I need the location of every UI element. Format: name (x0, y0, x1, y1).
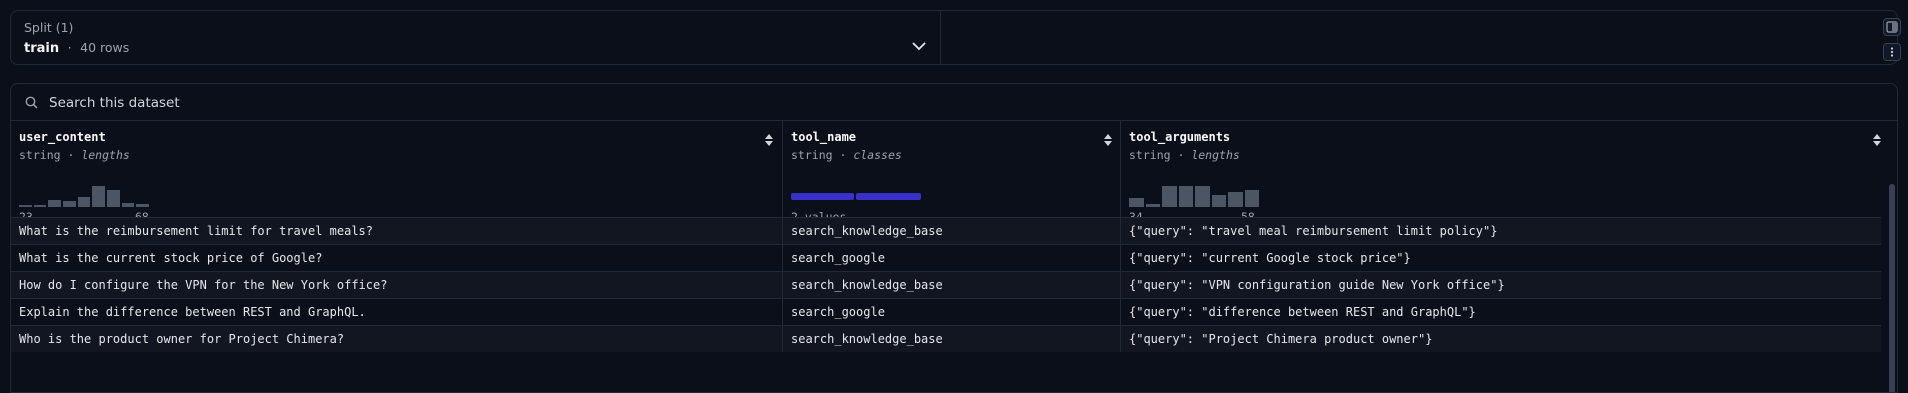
cell-user-content[interactable]: Who is the product owner for Project Chi… (11, 326, 783, 352)
cell-tool-name[interactable]: search_google (783, 299, 1121, 325)
dataset-viewer: user_content string · lengths 23 68 tool… (10, 83, 1898, 393)
histogram-bar[interactable] (1178, 186, 1193, 207)
column-header-user-content[interactable]: user_content string · lengths 23 68 (11, 121, 783, 224)
chevron-down-icon[interactable] (911, 39, 927, 53)
cell-tool-name[interactable]: search_knowledge_base (783, 272, 1121, 298)
table-row[interactable]: How do I configure the VPN for the New Y… (11, 271, 1881, 298)
sort-icon[interactable] (764, 133, 774, 147)
split-separator: · (67, 40, 72, 55)
search-bar (11, 84, 1897, 121)
split-dropdown[interactable]: Split (1) train · 40 rows (11, 11, 941, 64)
cell-user-content[interactable]: Explain the difference between REST and … (11, 299, 783, 325)
length-histogram (1129, 179, 1259, 207)
histogram-bar[interactable] (1244, 189, 1259, 207)
table-row[interactable]: Explain the difference between REST and … (11, 298, 1881, 325)
histogram-bar[interactable] (107, 190, 120, 207)
vertical-scrollbar[interactable] (1889, 184, 1895, 392)
split-selector: Split (1) train · 40 rows (10, 10, 1901, 65)
class-segment[interactable] (856, 193, 921, 200)
cell-tool-arguments[interactable]: {"query": "difference between REST and G… (1121, 299, 1881, 325)
split-name: train (24, 41, 60, 56)
scrollbar-thumb[interactable] (1889, 184, 1895, 392)
sort-icon[interactable] (1103, 133, 1113, 147)
histogram-bar[interactable] (1145, 203, 1160, 207)
histogram-bar[interactable] (1228, 191, 1243, 207)
histogram-bar[interactable] (92, 186, 105, 207)
layout-toggle-button[interactable] (1883, 18, 1901, 36)
cell-tool-arguments[interactable]: {"query": "current Google stock price"} (1121, 245, 1881, 271)
split-selected: train · 40 rows (24, 40, 129, 56)
class-segment[interactable] (791, 193, 854, 200)
split-title: Split (1) (24, 20, 74, 35)
search-icon (25, 96, 38, 109)
more-vertical-icon (1890, 47, 1894, 57)
length-histogram (19, 179, 149, 207)
histogram-bar[interactable] (1162, 186, 1177, 207)
cell-user-content[interactable]: What is the reimbursement limit for trav… (11, 218, 783, 244)
more-options-button[interactable] (1883, 43, 1901, 61)
histogram-bar[interactable] (77, 197, 91, 207)
sort-icon[interactable] (1872, 133, 1882, 147)
column-header-tool-arguments[interactable]: tool_arguments string · lengths 34 58 (1121, 121, 1897, 224)
column-type: string · lengths (1129, 148, 1240, 162)
histogram-bar[interactable] (48, 200, 61, 207)
histogram-bar[interactable] (63, 201, 76, 207)
histogram-bar[interactable] (1195, 186, 1210, 207)
column-name: tool_arguments (1129, 130, 1231, 144)
column-type: string · classes (791, 148, 902, 162)
cell-tool-arguments[interactable]: {"query": "Project Chimera product owner… (1121, 326, 1881, 352)
histogram-bar[interactable] (1129, 197, 1144, 207)
cell-user-content[interactable]: What is the current stock price of Googl… (11, 245, 783, 271)
column-name: user_content (19, 130, 106, 144)
table-row[interactable]: Who is the product owner for Project Chi… (11, 325, 1881, 352)
histogram-bar[interactable] (33, 205, 47, 207)
histogram-bar[interactable] (136, 204, 149, 207)
histogram-bar[interactable] (1211, 195, 1226, 207)
cell-tool-arguments[interactable]: {"query": "VPN configuration guide New Y… (1121, 272, 1881, 298)
table-row[interactable]: What is the reimbursement limit for trav… (11, 217, 1881, 244)
column-header-tool-name[interactable]: tool_name string · classes 2 values (783, 121, 1121, 224)
histogram-bar[interactable] (121, 202, 135, 207)
class-distribution-bar (791, 193, 921, 200)
column-type: string · lengths (19, 148, 130, 162)
table-row[interactable]: What is the current stock price of Googl… (11, 244, 1881, 271)
split-row-count: 40 rows (80, 40, 130, 55)
histogram-bar[interactable] (19, 204, 32, 207)
search-input[interactable] (47, 90, 751, 116)
cell-tool-name[interactable]: search_google (783, 245, 1121, 271)
cell-tool-arguments[interactable]: {"query": "travel meal reimbursement lim… (1121, 218, 1881, 244)
cell-tool-name[interactable]: search_knowledge_base (783, 326, 1121, 352)
cell-tool-name[interactable]: search_knowledge_base (783, 218, 1121, 244)
cell-user-content[interactable]: How do I configure the VPN for the New Y… (11, 272, 783, 298)
layout-icon (1886, 21, 1898, 33)
column-name: tool_name (791, 130, 857, 144)
